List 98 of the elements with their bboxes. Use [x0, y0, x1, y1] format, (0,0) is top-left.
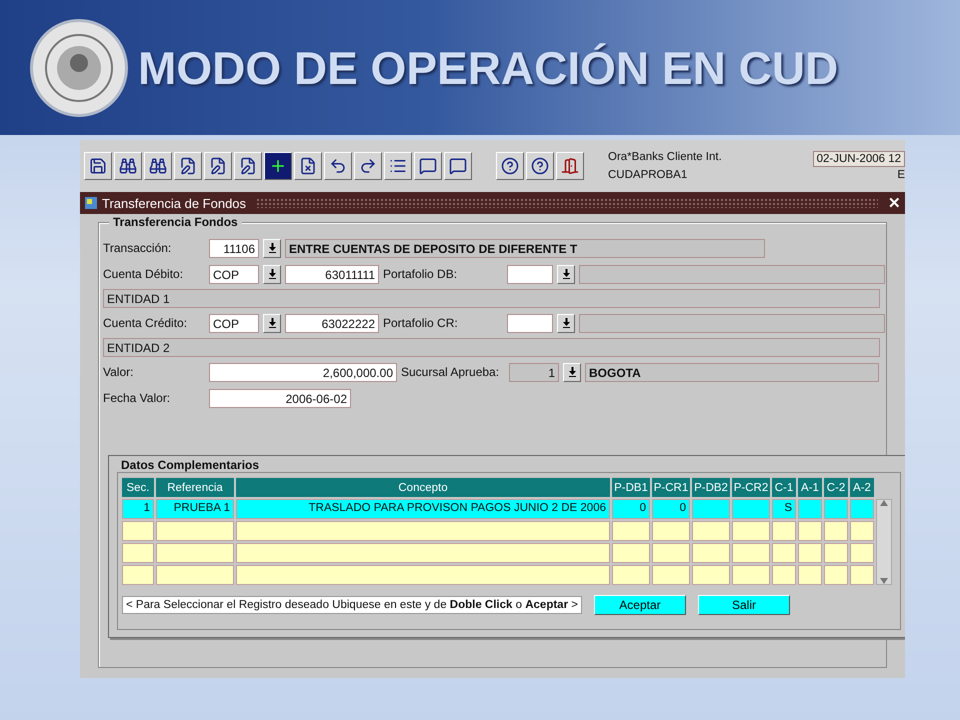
- help-icon: [501, 157, 519, 175]
- scroll-down-icon[interactable]: [880, 578, 888, 584]
- toolbar-button[interactable]: [384, 152, 412, 180]
- column-header: A-1: [798, 477, 822, 497]
- description-field: ENTRE CUENTAS DE DEPOSITO DE DIFERENTE T: [285, 238, 765, 258]
- document-pen-icon: [209, 157, 227, 175]
- toolbar-button[interactable]: [354, 152, 382, 180]
- date-field[interactable]: 2006-06-02: [209, 388, 351, 408]
- toolbar-button[interactable]: [444, 152, 472, 180]
- binoculars-icon: [149, 157, 167, 175]
- toolbar-button[interactable]: [144, 152, 172, 180]
- column-header: P-CR1: [652, 477, 690, 497]
- status-text: E: [897, 169, 905, 181]
- toolbar-button[interactable]: [264, 152, 292, 180]
- document-pen-icon: [179, 157, 197, 175]
- plus-icon: [269, 157, 287, 175]
- toolbar-button[interactable]: [84, 152, 112, 180]
- portfolio-field[interactable]: [507, 264, 553, 284]
- download-arrow-icon: [268, 318, 276, 328]
- table-cell: PRUEBA 1: [156, 499, 234, 519]
- field-label: Valor:: [103, 365, 134, 379]
- toolbar-button[interactable]: [556, 152, 584, 180]
- toolbar-button[interactable]: [204, 152, 232, 180]
- toolbar-button[interactable]: [324, 152, 352, 180]
- toolbar-button[interactable]: [294, 152, 322, 180]
- toolbar-button[interactable]: [174, 152, 202, 180]
- app-name: Ora*Banks Cliente Int.: [608, 151, 723, 163]
- field-label: Sucursal Aprueba:: [401, 365, 500, 379]
- dropdown-button[interactable]: [557, 314, 575, 332]
- field-label: Transacción:: [103, 241, 172, 255]
- redo-icon: [359, 157, 377, 175]
- user-name: CUDAPROBA1: [608, 169, 688, 181]
- toolbar-button[interactable]: [526, 152, 554, 180]
- portfolio-field[interactable]: [507, 314, 553, 332]
- download-arrow-icon: [568, 367, 576, 377]
- currency-field[interactable]: COP: [209, 264, 259, 284]
- list-icon: [389, 157, 407, 175]
- dialog-title: Datos Complementarios: [121, 458, 260, 472]
- dropdown-button[interactable]: [563, 362, 581, 382]
- column-header: Concepto: [236, 477, 610, 497]
- column-header: A-2: [850, 477, 874, 497]
- column-header: Referencia: [156, 477, 234, 497]
- accept-button[interactable]: Aceptar: [594, 595, 686, 615]
- column-header: C-1: [772, 477, 796, 497]
- binoculars-icon: [119, 157, 137, 175]
- field-label: Cuenta Crédito:: [103, 316, 188, 330]
- column-header: P-DB2: [692, 477, 730, 497]
- section-title: Transferencia Fondos: [109, 215, 242, 229]
- branch-code-field[interactable]: 1: [509, 362, 559, 382]
- column-header: Sec.: [122, 477, 154, 497]
- table-cell: 0: [652, 499, 690, 519]
- table-cell: S: [772, 499, 796, 519]
- entity-field: ENTIDAD 2: [103, 338, 880, 357]
- slide-title: MODO DE OPERACIÓN EN CUD: [138, 40, 838, 94]
- download-arrow-icon: [268, 243, 276, 253]
- help-icon: [531, 157, 549, 175]
- column-header: P-CR2: [732, 477, 770, 497]
- exit-door-icon: [561, 157, 579, 175]
- field-label: Portafolio DB:: [383, 267, 458, 281]
- date-field: 02-JUN-2006 12: [812, 151, 905, 167]
- undo-icon: [329, 157, 347, 175]
- close-button[interactable]: ✕: [888, 194, 901, 212]
- branch-name-field: BOGOTA: [585, 362, 879, 382]
- account-field[interactable]: 63022222: [285, 314, 379, 332]
- table-cell: TRASLADO PARA PROVISON PAGOS JUNIO 2 DE 2006: [236, 499, 610, 519]
- currency-field[interactable]: COP: [209, 314, 259, 332]
- instruction-text: < Para Seleccionar el Registro deseado Ubiquese en este y de Doble Click o Aceptar >: [122, 596, 582, 614]
- message-icon: [419, 157, 437, 175]
- download-arrow-icon: [562, 269, 570, 279]
- entity-field: ENTIDAD 1: [103, 289, 880, 308]
- download-arrow-icon: [268, 269, 276, 279]
- toolbar-button[interactable]: [414, 152, 442, 180]
- dropdown-button[interactable]: [263, 238, 281, 258]
- toolbar-button[interactable]: [114, 152, 142, 180]
- field-label: Portafolio CR:: [383, 316, 459, 330]
- exit-button[interactable]: Salir: [698, 595, 790, 615]
- message-icon: [449, 157, 467, 175]
- document-pen-icon: [239, 157, 257, 175]
- download-arrow-icon: [562, 318, 570, 328]
- window-title: Transferencia de Fondos: [102, 196, 246, 210]
- dropdown-button[interactable]: [557, 264, 575, 284]
- column-header: C-2: [824, 477, 848, 497]
- app-window-icon: [84, 196, 98, 210]
- table-cell: 1: [122, 499, 154, 519]
- toolbar-button[interactable]: [496, 152, 524, 180]
- code-field[interactable]: 11106: [209, 238, 259, 258]
- scroll-up-icon[interactable]: [880, 500, 888, 506]
- scrollbar[interactable]: [876, 499, 892, 585]
- table-cell: 0: [612, 499, 650, 519]
- field-label: Cuenta Débito:: [103, 267, 184, 281]
- amount-field[interactable]: 2,600,000.00: [209, 362, 397, 382]
- dropdown-button[interactable]: [263, 314, 281, 332]
- column-header: P-DB1: [612, 477, 650, 497]
- field-label: Fecha Valor:: [103, 391, 172, 405]
- account-field[interactable]: 63011111: [285, 264, 379, 284]
- document-x-icon: [299, 157, 317, 175]
- dropdown-button[interactable]: [263, 264, 281, 284]
- toolbar-button[interactable]: [234, 152, 262, 180]
